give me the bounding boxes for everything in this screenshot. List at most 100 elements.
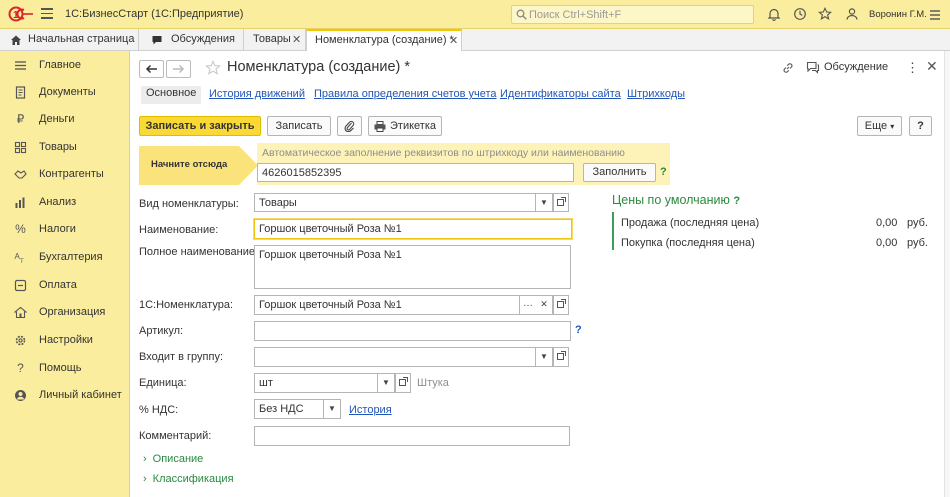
tab-discussions[interactable]: Обсуждения [139, 29, 244, 51]
chart-icon [15, 197, 25, 208]
barcode-help-icon[interactable]: ? [660, 166, 667, 178]
name-field[interactable]: Горшок цветочный Роза №1 [254, 219, 572, 239]
payment-icon [14, 279, 27, 292]
nom1c-open-button[interactable] [553, 295, 569, 315]
group-dropdown[interactable]: ▼ [536, 347, 553, 367]
printer-icon [374, 120, 386, 132]
section-description-toggle[interactable]: › Описание [143, 453, 203, 465]
subtab-site-identifiers[interactable]: Идентификаторы сайта [500, 88, 621, 105]
arrow-right-icon [173, 64, 185, 74]
purchase-price-label: Покупка (последняя цена) [621, 237, 755, 249]
sidebar-item-analysis[interactable]: Анализ [0, 192, 130, 214]
barcode-input[interactable] [257, 163, 574, 182]
kind-dropdown[interactable]: ▼ [536, 193, 553, 212]
prices-help-icon[interactable]: ? [733, 195, 740, 207]
tab-home[interactable]: Начальная страница [0, 29, 139, 51]
vat-label: % НДС: [139, 404, 179, 416]
sidebar-item-goods[interactable]: Товары [0, 137, 130, 159]
form-title: Номенклатура (создание) * [227, 59, 411, 75]
handshake-icon [14, 170, 27, 179]
sidebar-item-help[interactable]: ? Помощь [0, 358, 130, 380]
print-label-button[interactable]: Этикетка [368, 116, 442, 136]
subtab-main[interactable]: Основное [141, 86, 202, 104]
sidebar-item-contractors[interactable]: Контрагенты [0, 164, 130, 186]
back-button[interactable] [139, 60, 164, 78]
article-help-icon[interactable]: ? [575, 324, 582, 336]
sidebar-item-money[interactable]: ₽ Деньги [0, 109, 130, 131]
grid-icon [14, 141, 27, 154]
accounting-icon: AT [15, 252, 25, 264]
unit-label: Единица: [139, 377, 187, 389]
nom1c-field[interactable]: Горшок цветочный Роза №1 [254, 295, 520, 315]
nom1c-label: 1С:Номенклатура: [139, 299, 233, 311]
comment-field[interactable] [254, 426, 570, 446]
group-open-button[interactable] [553, 347, 569, 367]
unit-field[interactable]: шт [254, 373, 378, 393]
sidebar: Главное Документы ₽ Деньги Товары Контра… [0, 51, 130, 497]
vat-dropdown[interactable]: ▼ [324, 399, 341, 419]
more-actions-icon[interactable]: ⋮ [906, 60, 919, 76]
sidebar-item-taxes[interactable]: % Налоги [0, 219, 130, 241]
sidebar-item-organization[interactable]: Организация [0, 302, 130, 324]
save-and-close-button[interactable]: Записать и закрыть [139, 116, 261, 136]
main-menu-icon[interactable] [41, 8, 53, 19]
forward-button[interactable] [166, 60, 191, 78]
vat-history-link[interactable]: История [349, 404, 392, 416]
more-dropdown-button[interactable]: Еще ▾ [857, 116, 902, 136]
sidebar-item-documents[interactable]: Документы [0, 82, 130, 104]
sale-price-value: 0,00 [876, 217, 898, 229]
barcode-hint: Автоматическое заполнение реквизитов по … [262, 147, 625, 159]
account-icon [15, 390, 26, 401]
group-field[interactable] [254, 347, 536, 367]
unit-open-button[interactable] [395, 373, 411, 393]
attach-button[interactable] [337, 116, 362, 136]
sidebar-item-settings[interactable]: Настройки [0, 330, 130, 352]
unit-dropdown[interactable]: ▼ [378, 373, 395, 393]
bell-icon[interactable] [767, 7, 781, 21]
article-field[interactable] [254, 321, 571, 341]
building-icon [14, 306, 27, 319]
question-icon: ? [17, 361, 24, 375]
app-title: 1С:БизнесСтарт (1С:Предприятие) [65, 8, 244, 20]
save-button[interactable]: Записать [267, 116, 331, 136]
close-tab-icon[interactable]: ✕ [449, 34, 458, 47]
percent-icon: % [15, 222, 26, 236]
kind-field[interactable]: Товары [254, 193, 536, 212]
tab-nomenclature-create[interactable]: Номенклатура (создание) * ✕ [306, 29, 462, 52]
section-classification-toggle[interactable]: › Классификация [143, 473, 234, 485]
discussion-button[interactable]: Обсуждение [824, 61, 888, 73]
chevron-right-icon: › [143, 453, 147, 465]
favorite-star-icon[interactable] [205, 60, 221, 76]
user-name[interactable]: Воронин Г.М. [869, 9, 927, 20]
sidebar-item-account[interactable]: Личный кабинет [0, 385, 130, 407]
user-icon[interactable] [845, 7, 859, 21]
1c-logo-icon[interactable]: 1 [8, 6, 34, 22]
settings-menu-icon[interactable] [928, 8, 942, 22]
close-form-icon[interactable]: ✕ [926, 58, 938, 75]
fullname-field[interactable]: Горшок цветочный Роза №1 [254, 245, 571, 289]
kind-open-button[interactable] [553, 193, 569, 212]
sidebar-item-accounting[interactable]: AT Бухгалтерия [0, 247, 130, 269]
favorites-star-icon[interactable] [818, 7, 832, 21]
nom1c-clear-button[interactable]: ✕ [536, 295, 553, 315]
global-search[interactable] [511, 5, 754, 24]
close-tab-icon[interactable]: ✕ [292, 33, 301, 46]
subtab-history[interactable]: История движений [209, 88, 305, 105]
history-icon[interactable] [793, 7, 807, 21]
help-button[interactable]: ? [909, 116, 932, 136]
sidebar-item-payment[interactable]: Оплата [0, 275, 130, 297]
sidebar-item-main[interactable]: Главное [0, 55, 130, 77]
subtab-barcodes[interactable]: Штрихкоды [627, 88, 685, 105]
search-input[interactable] [529, 8, 749, 21]
vat-field[interactable]: Без НДС [254, 399, 324, 419]
fill-button[interactable]: Заполнить [583, 163, 656, 182]
subtab-account-rules[interactable]: Правила определения счетов учета [314, 88, 497, 105]
tab-goods[interactable]: Товары ✕ [244, 29, 306, 51]
link-icon[interactable] [781, 61, 795, 75]
discussion-icon[interactable] [806, 61, 820, 74]
chat-icon [152, 36, 162, 45]
ruble-icon: ₽ [16, 112, 25, 126]
nom1c-select-button[interactable]: … [520, 295, 537, 315]
unit-hint: Штука [417, 377, 449, 389]
scrollbar[interactable] [944, 51, 950, 497]
